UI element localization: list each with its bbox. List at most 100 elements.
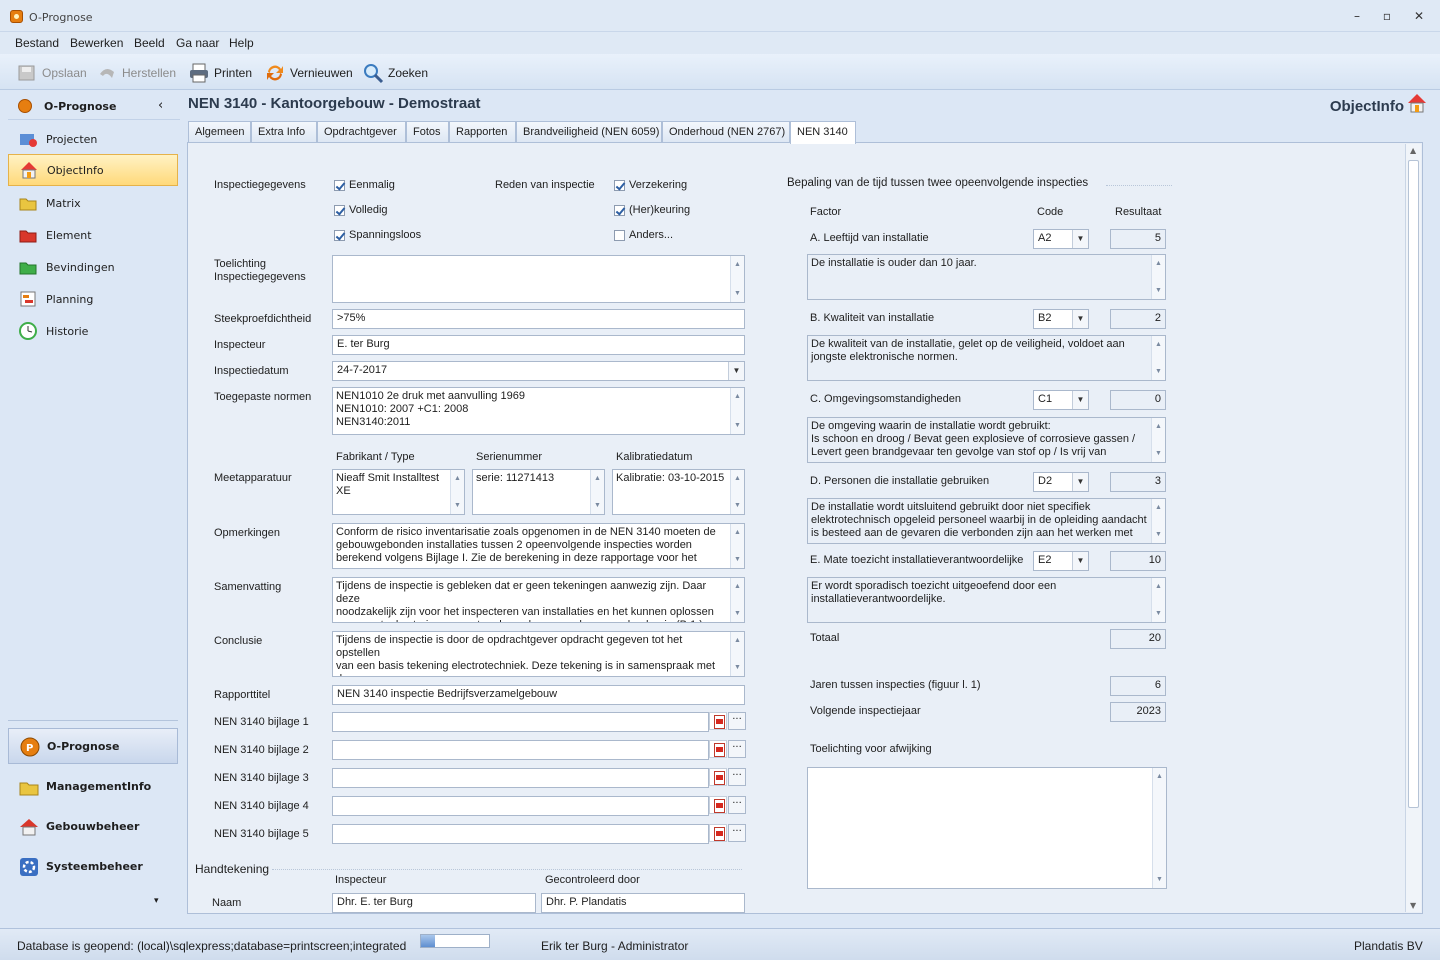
- volledig-checkbox[interactable]: Volledig: [334, 204, 388, 216]
- bijlage-5-input[interactable]: [332, 824, 709, 844]
- scrollbar-thumb[interactable]: [1408, 160, 1419, 808]
- factor-c-scrollbar[interactable]: [1151, 418, 1165, 462]
- inspecteur-input[interactable]: E. ter Burg: [332, 335, 745, 355]
- chevron-down-icon[interactable]: ▼: [728, 362, 744, 380]
- menu-beeld[interactable]: Beeld: [134, 36, 165, 50]
- serienummer-textarea[interactable]: serie: 11271413: [472, 469, 605, 515]
- pdf-icon[interactable]: [709, 796, 727, 814]
- fabrikant-scrollbar[interactable]: [450, 470, 464, 514]
- spanningsloos-checkbox[interactable]: Spanningsloos: [334, 229, 421, 241]
- module-managementinfo[interactable]: ManagementInfo: [8, 768, 178, 804]
- factor-c-code-select[interactable]: C1 ▼: [1033, 390, 1089, 410]
- sidebar-item-historie[interactable]: Historie: [8, 316, 178, 346]
- tab-opdrachtgever[interactable]: Opdrachtgever: [317, 121, 406, 143]
- naam-gecontroleerd-input[interactable]: Dhr. P. Plandatis: [541, 893, 745, 913]
- module-systeembeheer[interactable]: Systeembeheer: [8, 848, 178, 884]
- conclusie-textarea[interactable]: Tijdens de inspectie is door de opdracht…: [332, 631, 745, 677]
- toelichting-textarea[interactable]: [332, 255, 745, 303]
- tab-algemeen[interactable]: Algemeen: [188, 121, 251, 143]
- tab-fotos[interactable]: Fotos: [406, 121, 449, 143]
- factor-b-scrollbar[interactable]: [1151, 336, 1165, 380]
- tab-extra-info[interactable]: Extra Info: [251, 121, 317, 143]
- samenvatting-textarea[interactable]: Tijdens de inspectie is gebleken dat er …: [332, 577, 745, 623]
- opmerkingen-scrollbar[interactable]: [730, 524, 744, 568]
- menu-bewerken[interactable]: Bewerken: [70, 36, 123, 50]
- browse-bijlage-1-button[interactable]: ···: [728, 712, 746, 730]
- chevron-down-icon[interactable]: ▼: [1072, 552, 1088, 570]
- inspectiedatum-picker[interactable]: 24-7-2017 ▼: [332, 361, 745, 381]
- afwijking-scrollbar[interactable]: [1152, 768, 1166, 888]
- factor-d-scrollbar[interactable]: [1151, 499, 1165, 543]
- sidebar-item-planning[interactable]: Planning: [8, 284, 178, 314]
- sidebar-item-objectinfo[interactable]: ObjectInfo: [8, 154, 178, 186]
- sidebar-item-projecten[interactable]: Projecten: [8, 124, 178, 154]
- menu-help[interactable]: Help: [229, 36, 254, 50]
- samenvatting-scrollbar[interactable]: [730, 578, 744, 622]
- verzekering-checkbox[interactable]: Verzekering: [614, 179, 687, 191]
- rapporttitel-input[interactable]: NEN 3140 inspectie Bedrijfsverzamelgebou…: [332, 685, 745, 705]
- browse-bijlage-2-button[interactable]: ···: [728, 740, 746, 758]
- browse-bijlage-3-button[interactable]: ···: [728, 768, 746, 786]
- factor-e-scrollbar[interactable]: [1151, 578, 1165, 622]
- afwijking-textarea[interactable]: [807, 767, 1167, 889]
- factor-d-code-select[interactable]: D2 ▼: [1033, 472, 1089, 492]
- normen-textarea[interactable]: NEN1010 2e druk met aanvulling 1969 NEN1…: [332, 387, 745, 435]
- factor-a-text[interactable]: De installatie is ouder dan 10 jaar.: [807, 254, 1166, 300]
- chevron-down-icon[interactable]: ▼: [1072, 473, 1088, 491]
- bijlage-2-input[interactable]: [332, 740, 709, 760]
- pdf-icon[interactable]: [709, 768, 727, 786]
- factor-b-code-select[interactable]: B2 ▼: [1033, 309, 1089, 329]
- save-button[interactable]: Opslaan: [16, 62, 87, 84]
- kalibratie-textarea[interactable]: Kalibratie: 03-10-2015: [612, 469, 745, 515]
- fabrikant-textarea[interactable]: Nieaff Smit Installtest XE: [332, 469, 465, 515]
- close-button[interactable]: ✕: [1408, 8, 1430, 24]
- browse-bijlage-4-button[interactable]: ···: [728, 796, 746, 814]
- print-button[interactable]: Printen: [188, 62, 252, 84]
- sidebar-item-matrix[interactable]: Matrix: [8, 188, 178, 218]
- menu-ga-naar[interactable]: Ga naar: [176, 36, 219, 50]
- factor-e-code-select[interactable]: E2 ▼: [1033, 551, 1089, 571]
- pdf-icon[interactable]: [709, 740, 727, 758]
- chevron-down-icon[interactable]: ▼: [1072, 310, 1088, 328]
- pdf-icon[interactable]: [709, 712, 727, 730]
- eenmalig-checkbox[interactable]: Eenmalig: [334, 179, 395, 191]
- factor-b-text[interactable]: De kwaliteit van de installatie, gelet o…: [807, 335, 1166, 381]
- bijlage-4-input[interactable]: [332, 796, 709, 816]
- chevron-down-icon[interactable]: ▼: [1072, 391, 1088, 409]
- restore-button[interactable]: Herstellen: [96, 62, 176, 84]
- kalibratie-scrollbar[interactable]: [730, 470, 744, 514]
- factor-e-text[interactable]: Er wordt sporadisch toezicht uitgeoefend…: [807, 577, 1166, 623]
- toelichting-scrollbar[interactable]: [730, 256, 744, 302]
- tab-brandveiligheid[interactable]: Brandveiligheid (NEN 6059): [516, 121, 662, 143]
- sidebar-item-element[interactable]: Element: [8, 220, 178, 250]
- factor-a-code-select[interactable]: A2 ▼: [1033, 229, 1089, 249]
- steekproef-input[interactable]: >75%: [332, 309, 745, 329]
- search-button[interactable]: Zoeken: [362, 62, 428, 84]
- herkeuring-checkbox[interactable]: (Her)keuring: [614, 204, 690, 216]
- sidebar-more-icon[interactable]: ▾: [154, 896, 159, 906]
- factor-d-text[interactable]: De installatie wordt uitsluitend gebruik…: [807, 498, 1166, 544]
- tab-onderhoud[interactable]: Onderhoud (NEN 2767): [662, 121, 790, 143]
- sidebar-item-bevindingen[interactable]: Bevindingen: [8, 252, 178, 282]
- minimize-button[interactable]: –: [1346, 8, 1368, 24]
- opmerkingen-textarea[interactable]: Conform de risico inventarisatie zoals o…: [332, 523, 745, 569]
- module-gebouwbeheer[interactable]: Gebouwbeheer: [8, 808, 178, 844]
- panel-scrollbar[interactable]: ▲ ▼: [1405, 144, 1421, 912]
- browse-bijlage-5-button[interactable]: ···: [728, 824, 746, 842]
- serie-scrollbar[interactable]: [590, 470, 604, 514]
- bijlage-1-input[interactable]: [332, 712, 709, 732]
- normen-scrollbar[interactable]: [730, 388, 744, 434]
- anders-checkbox[interactable]: Anders...: [614, 229, 673, 241]
- tab-nen-3140[interactable]: NEN 3140: [790, 121, 856, 144]
- chevron-down-icon[interactable]: ▼: [1072, 230, 1088, 248]
- scroll-down-icon[interactable]: ▼: [1410, 901, 1416, 910]
- restore-button[interactable]: ▫: [1376, 8, 1398, 24]
- pdf-icon[interactable]: [709, 824, 727, 842]
- naam-inspecteur-input[interactable]: Dhr. E. ter Burg: [332, 893, 536, 913]
- bijlage-3-input[interactable]: [332, 768, 709, 788]
- factor-c-text[interactable]: De omgeving waarin de installatie wordt …: [807, 417, 1166, 463]
- collapse-sidebar-icon[interactable]: ‹: [158, 98, 163, 113]
- refresh-button[interactable]: Vernieuwen: [264, 62, 353, 84]
- menu-bestand[interactable]: Bestand: [15, 36, 59, 50]
- tab-rapporten[interactable]: Rapporten: [449, 121, 516, 143]
